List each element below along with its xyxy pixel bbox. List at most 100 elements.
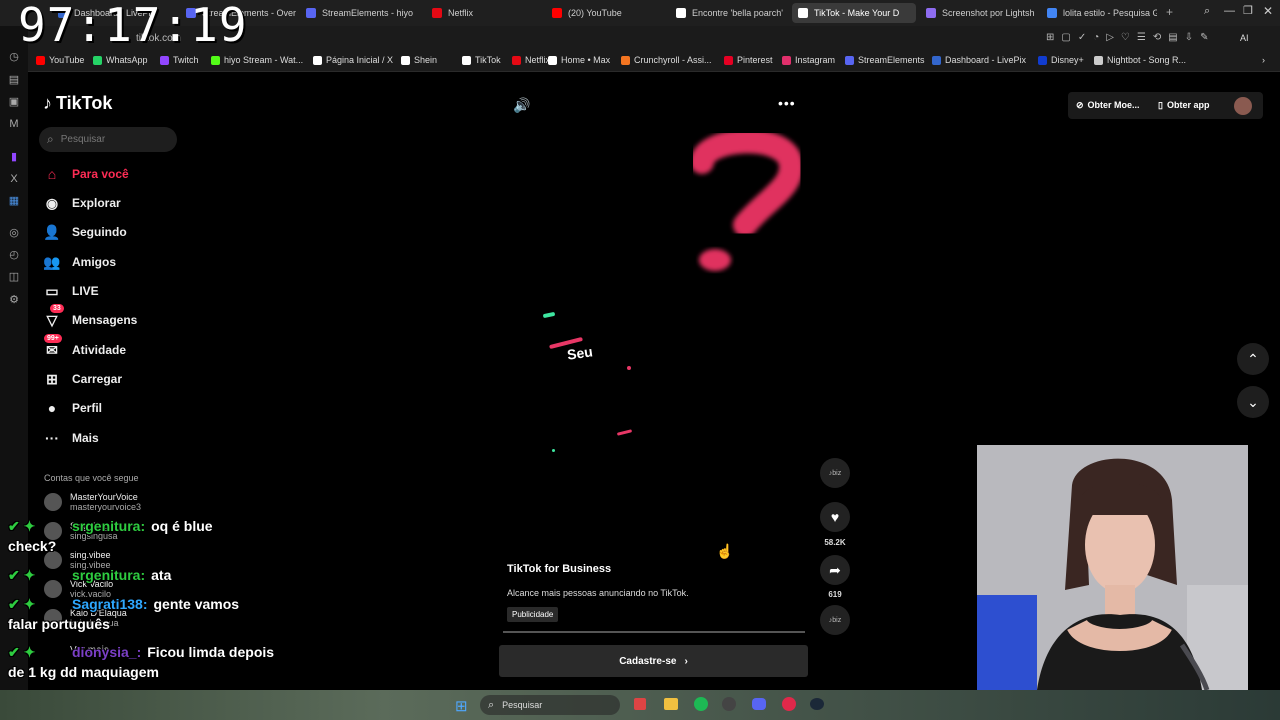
app-icon[interactable] <box>722 697 736 711</box>
sidebar-icon[interactable]: ◎ <box>8 227 20 239</box>
ai-button[interactable]: AI <box>1240 33 1249 43</box>
upload-icon: ⊞ <box>46 370 58 387</box>
bookmark-item[interactable]: Crunchyroll - Assi... <box>621 55 712 65</box>
folder-icon[interactable] <box>664 698 678 710</box>
bookmark-item[interactable]: Nightbot - Song R... <box>1094 55 1186 65</box>
steam-icon[interactable] <box>810 698 824 710</box>
nav-item-para-voc-[interactable]: ⌂ Para você <box>44 162 129 186</box>
signup-label: Cadastre-se <box>619 655 677 667</box>
creator-avatar[interactable]: ♪biz <box>820 458 850 488</box>
webcam-feed <box>977 445 1248 690</box>
bookmark-item[interactable]: Disney+ <box>1038 55 1084 65</box>
bookmark-item[interactable]: Dashboard - LivePix <box>932 55 1026 65</box>
tab[interactable]: Netflix <box>432 3 542 23</box>
app-icon[interactable] <box>634 698 646 710</box>
sidebar-icon[interactable]: ▦ <box>8 195 20 207</box>
bookmark-item[interactable]: Netflix <box>512 55 550 65</box>
spotify-icon[interactable] <box>694 697 708 711</box>
nav-item-live[interactable]: ▭ LIVE <box>44 279 98 303</box>
signup-button[interactable]: Cadastre-se › <box>499 645 808 677</box>
tiktok-logo[interactable]: ♪ TikTok <box>43 93 112 114</box>
bookmark-item[interactable]: Pinterest <box>724 55 773 65</box>
get-coins-label: Obter Moe... <box>1087 100 1140 110</box>
bookmark-item[interactable]: Instagram <box>782 55 835 65</box>
bookmarks-overflow-icon[interactable]: › <box>1262 55 1265 65</box>
ad-tag: Publicidade <box>507 607 559 622</box>
tab[interactable]: StreamElements - hiyo <box>306 3 418 23</box>
sidebar-icon[interactable]: M <box>8 118 20 130</box>
question-mark-dot <box>699 249 731 271</box>
chat-badge-icon: ✔ ✦ <box>8 518 36 534</box>
browser-toolbar-icons[interactable]: ⊞▢✓◔▷♡☰⟲▤⇩✎ <box>1046 32 1215 43</box>
video-progress-bar[interactable] <box>503 631 805 633</box>
new-tab-icon[interactable]: + <box>1166 5 1173 19</box>
bookmark-item[interactable]: Home • Max <box>548 55 610 65</box>
tab[interactable]: Screenshot por Lightsh <box>926 3 1034 23</box>
windows-start-icon[interactable]: ⊞ <box>455 697 468 715</box>
ad-title[interactable]: TikTok for Business <box>507 563 611 575</box>
bookmark-item[interactable]: Página Inicial / X <box>313 55 393 65</box>
tab-label: StreamElements - hiyo <box>322 8 414 18</box>
discord-icon[interactable] <box>752 698 766 710</box>
scroll-down-button[interactable]: ⌄ <box>1237 386 1269 418</box>
tab[interactable]: Encontre 'bella poarch' <box>676 3 784 23</box>
chat-text: oq é blue <box>151 518 213 534</box>
get-coins-button[interactable]: ⊘ Obter Moe... <box>1076 100 1140 111</box>
music-disc-icon[interactable]: ♪biz <box>820 605 850 635</box>
nav-item-amigos[interactable]: 👥 Amigos <box>43 250 116 274</box>
tab-label: Encontre 'bella poarch' <box>692 8 783 18</box>
sidebar-icon[interactable]: ▤ <box>8 74 20 86</box>
twitch-icon[interactable]: ▮ <box>8 151 20 163</box>
tab-active[interactable]: TikTok - Make Your D <box>792 3 916 23</box>
bookmark-favicon-icon <box>36 55 45 65</box>
bookmark-label: Twitch <box>173 55 199 65</box>
nav-label: Seguindo <box>72 225 127 239</box>
share-icon[interactable]: ➦ <box>820 555 850 585</box>
minimize-icon[interactable]: — <box>1224 5 1235 17</box>
more-options-icon[interactable]: ••• <box>778 95 796 111</box>
history-icon[interactable]: ◴ <box>8 249 20 261</box>
bookmark-item[interactable]: Shein <box>401 55 437 65</box>
sidebar-icon[interactable]: ◷ <box>8 51 20 63</box>
question-mark-graphic <box>690 130 804 271</box>
nav-item-carregar[interactable]: ⊞ Carregar <box>44 367 122 391</box>
nav-item-atividade[interactable]: ✉ Atividade 99+ <box>44 334 126 362</box>
tab-label: Netflix <box>448 8 474 18</box>
x-icon[interactable]: X <box>8 173 20 185</box>
close-window-icon[interactable]: ✕ <box>1263 4 1273 18</box>
like-icon[interactable]: ♥ <box>820 502 850 532</box>
bookmark-item[interactable]: StreamElements <box>845 55 925 65</box>
bookmark-item[interactable]: WhatsApp <box>93 55 148 65</box>
bookmark-item[interactable]: TikTok <box>462 55 501 65</box>
search-input[interactable]: ⌕ Pesquisar <box>39 127 177 152</box>
bookmark-item[interactable]: hiyo Stream - Wat... <box>211 55 303 65</box>
tab-label: TikTok - Make Your D <box>814 8 900 18</box>
tab[interactable]: (20) YouTube <box>552 3 662 23</box>
bookmark-item[interactable]: YouTube <box>36 55 84 65</box>
get-app-label: Obter app <box>1166 100 1210 110</box>
scroll-up-button[interactable]: ⌃ <box>1237 343 1269 375</box>
nav-item-explorar[interactable]: ◉ Explorar <box>44 191 121 215</box>
taskbar-search[interactable]: ⌕ Pesquisar <box>480 695 620 715</box>
sidebar-icon[interactable]: ▣ <box>8 96 20 108</box>
nav-item-seguindo[interactable]: 👤 Seguindo <box>43 220 127 244</box>
followed-account[interactable]: MasterYourVoice masteryourvoice3 <box>44 492 141 512</box>
following-header: Contas que você segue <box>44 473 139 483</box>
settings-icon[interactable]: ⚙ <box>8 294 20 306</box>
tab[interactable]: lolita estilo - Pesquisa G <box>1047 3 1157 23</box>
search-tabs-icon[interactable]: ⌕ <box>1204 5 1210 18</box>
maximize-icon[interactable]: ❐ <box>1243 4 1253 17</box>
bookmark-favicon-icon <box>160 55 169 65</box>
sidebar-icon[interactable]: ◫ <box>8 271 20 283</box>
chat-message: dionysia_: Ficou limda depois <box>72 644 274 660</box>
nav-item-mensagens[interactable]: ▽ Mensagens 33 <box>44 304 137 332</box>
get-app-button[interactable]: ▯ Obter app <box>1158 100 1209 111</box>
user-avatar[interactable] <box>1234 97 1252 115</box>
bookmark-item[interactable]: Twitch <box>160 55 199 65</box>
opera-icon[interactable] <box>782 697 796 711</box>
volume-icon[interactable]: 🔊 <box>513 97 530 114</box>
nav-item-mais[interactable]: ··· Mais <box>44 426 99 450</box>
bookmark-label: Crunchyroll - Assi... <box>634 55 712 65</box>
nav-item-perfil[interactable]: ● Perfil <box>44 396 102 420</box>
chat-text: ata <box>151 567 172 583</box>
